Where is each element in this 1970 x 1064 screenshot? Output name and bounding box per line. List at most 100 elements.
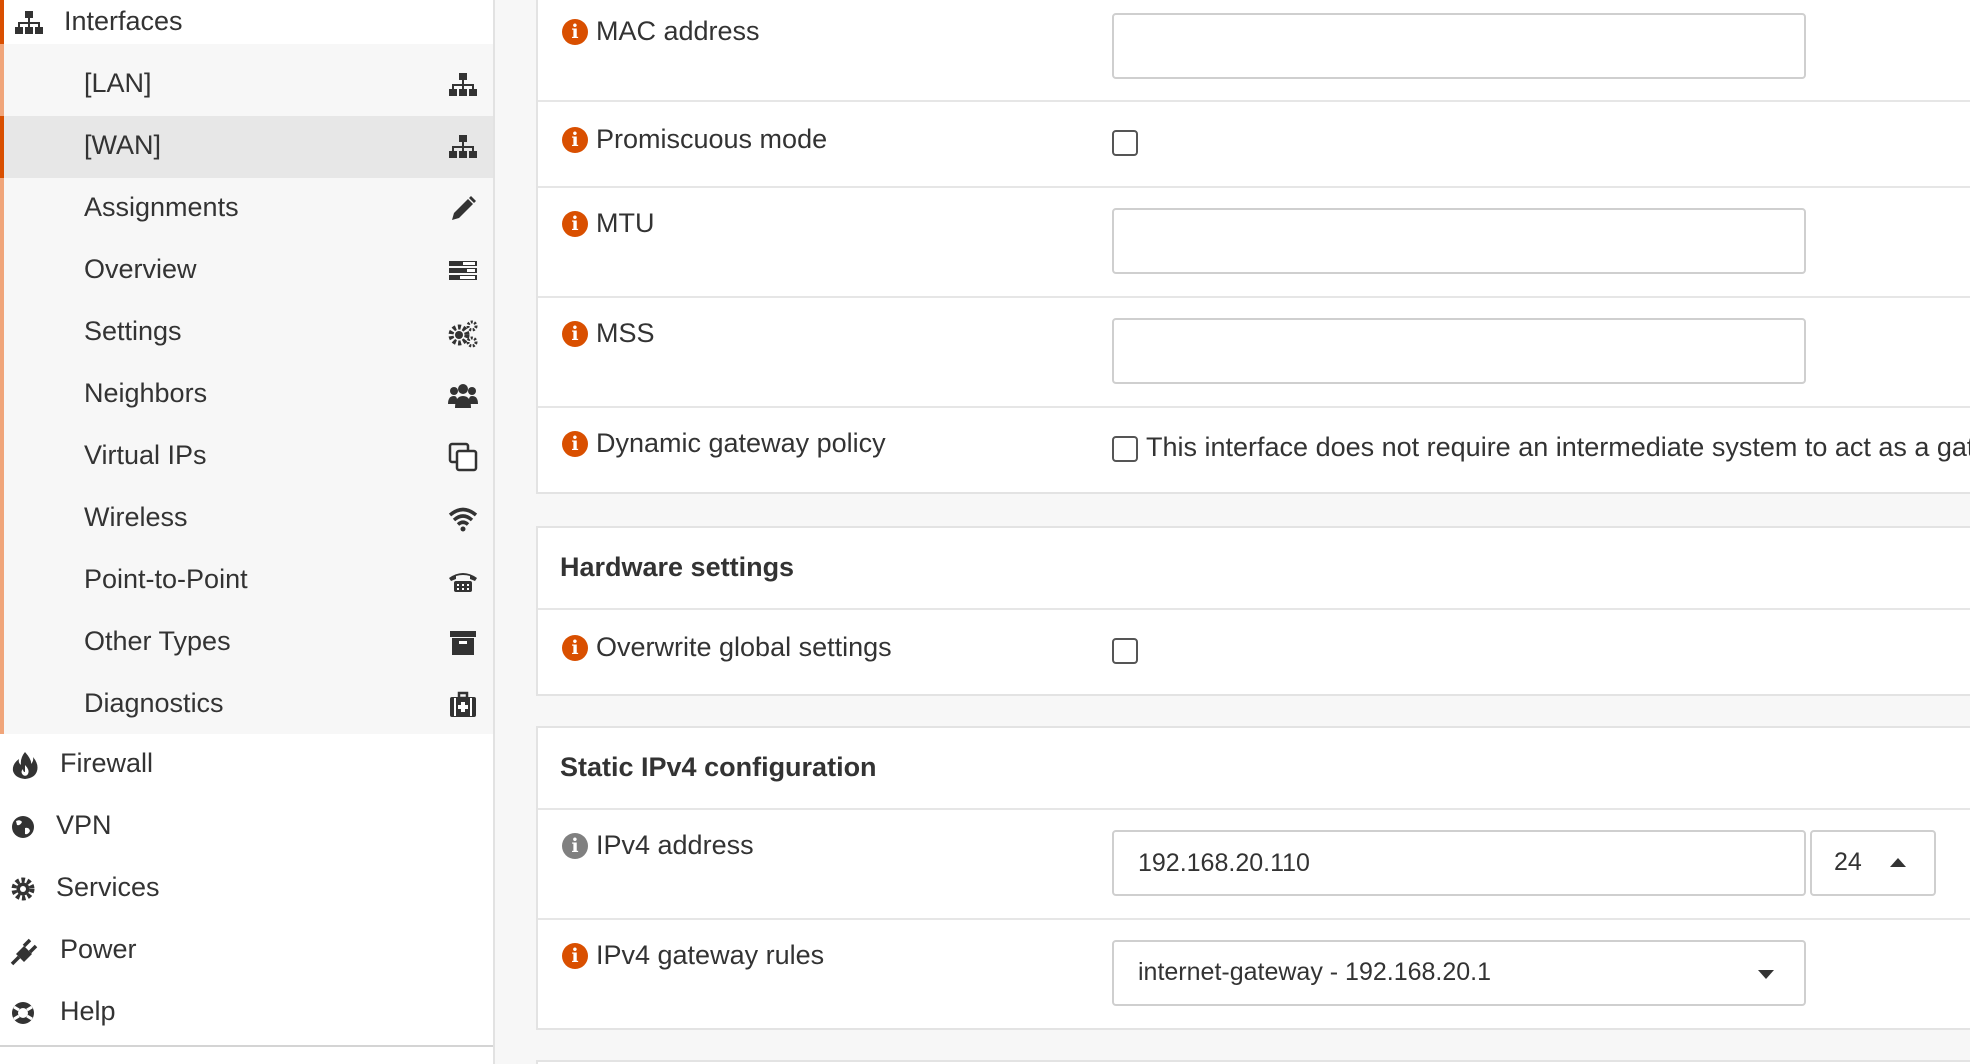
row-dynamic-gateway-policy: i Dynamic gateway policy This interface d… (538, 408, 1970, 494)
sidebar-item-label: VPN (56, 810, 112, 840)
sidebar-item-label: Firewall (60, 748, 154, 778)
sidebar-item-interfaces[interactable]: Interfaces (0, 0, 493, 44)
ipv4-config-panel: Static IPv4 configuration i IPv4 address … (536, 726, 1970, 1030)
dynamic-gateway-policy-label: i Dynamic gateway policy (562, 428, 886, 459)
row-ipv4-address: iIPv4 address 24 (538, 810, 1970, 920)
submenu-item-other-types[interactable]: Other Types (4, 612, 493, 674)
submenu-item-wan[interactable]: [WAN] (0, 116, 493, 178)
ipv4-address-input[interactable] (1112, 830, 1806, 896)
info-icon[interactable]: i (562, 634, 588, 661)
submenu-item-label: [WAN] (84, 130, 161, 160)
mac-address-label: i MAC address (562, 16, 760, 47)
mac-address-input[interactable] (1112, 13, 1806, 79)
mss-label: i MSS (562, 318, 655, 349)
mss-input[interactable] (1112, 318, 1806, 384)
dynamic-gateway-checkbox[interactable] (1112, 436, 1138, 462)
sidebar-item-services[interactable]: Services (0, 858, 493, 920)
ipv4-gateway-select[interactable]: internet-gateway - 192.168.20.1 (1112, 940, 1806, 1006)
sidebar-item-vpn[interactable]: VPN (0, 796, 493, 858)
info-icon[interactable]: i (562, 832, 588, 859)
mtu-label: i MTU (562, 208, 654, 239)
info-icon[interactable]: i (562, 126, 588, 153)
caret-up-icon (1890, 858, 1906, 867)
sitemap-icon (15, 11, 43, 34)
submenu-item-label: Virtual IPs (84, 440, 207, 470)
pencil-icon (452, 196, 476, 220)
sidebar-item-label: Power (60, 934, 137, 964)
sidebar-divider (0, 1045, 493, 1047)
overwrite-global-label: i Overwrite global settings (562, 632, 892, 663)
next-panel-edge (536, 1060, 1970, 1064)
dynamic-gateway-text: This interface does not require an inter… (1146, 432, 1970, 462)
submenu-item-label: Wireless (84, 502, 188, 532)
submenu-item-label: Diagnostics (84, 688, 224, 718)
info-icon[interactable]: i (562, 942, 588, 969)
submenu-item-point-to-point[interactable]: Point-to-Point (4, 550, 493, 612)
mtu-input[interactable] (1112, 208, 1806, 274)
info-icon[interactable]: i (562, 18, 588, 45)
submenu-item-lan[interactable]: [LAN] (4, 54, 493, 116)
info-icon[interactable]: i (562, 210, 588, 237)
section-title: Static IPv4 configuration (560, 752, 877, 782)
sidebar-item-label: Services (56, 872, 160, 902)
info-icon[interactable]: i (562, 430, 588, 457)
subnet-value: 24 (1834, 848, 1862, 876)
cogs-icon (448, 320, 478, 348)
row-mac-address: i MAC address (538, 0, 1970, 102)
app-root: Interfaces [LAN] [WAN] Assignments Overv… (0, 0, 1970, 1064)
submenu-item-label: Assignments (84, 192, 239, 222)
ipv4-config-header: Static IPv4 configuration (538, 728, 1970, 810)
submenu-item-label: Neighbors (84, 378, 208, 408)
promiscuous-mode-label: i Promiscuous mode (562, 124, 827, 155)
submenu-item-label: Other Types (84, 626, 231, 656)
section-title: Hardware settings (560, 552, 795, 582)
promiscuous-mode-checkbox[interactable] (1112, 130, 1138, 156)
sitemap-icon (449, 73, 477, 96)
submenu-item-overview[interactable]: Overview (4, 240, 493, 302)
row-ipv4-gateway: i IPv4 gateway rules internet-gateway - 1… (538, 920, 1970, 1030)
submenu-item-label: [LAN] (84, 68, 152, 98)
row-overwrite-global: i Overwrite global settings (538, 610, 1970, 696)
tasks-icon (449, 261, 477, 280)
plug-icon (10, 938, 38, 966)
row-mss: i MSS (538, 298, 1970, 408)
submenu-item-label: Overview (84, 254, 197, 284)
cog-icon (11, 877, 35, 901)
sidebar-item-help[interactable]: Help (0, 982, 493, 1044)
sidebar-item-label: Help (60, 996, 116, 1026)
row-promiscuous-mode: i Promiscuous mode (538, 102, 1970, 188)
fire-icon (12, 752, 38, 779)
clone-icon (448, 442, 478, 472)
medkit-icon (450, 691, 476, 717)
overwrite-global-checkbox[interactable] (1112, 638, 1138, 664)
sitemap-icon (449, 135, 477, 158)
sidebar-item-power[interactable]: Power (0, 920, 493, 982)
ipv4-address-label: i IPv4 address (562, 830, 754, 861)
ipv4-gateway-label: i IPv4 gateway rules (562, 940, 824, 971)
lifebuoy-icon (12, 1002, 34, 1024)
sidebar-item-label: Interfaces (64, 6, 183, 36)
submenu-item-label: Settings (84, 316, 182, 346)
submenu-item-wireless[interactable]: Wireless (4, 488, 493, 550)
chevron-down-icon (1758, 970, 1774, 979)
globe-icon (12, 816, 34, 838)
general-settings-panel: i MAC address i Promiscuous mode i MTU i MSS… (536, 0, 1970, 494)
submenu-item-diagnostics[interactable]: Diagnostics (4, 674, 493, 736)
ipv4-subnet-select[interactable]: 24 (1810, 830, 1936, 896)
hardware-settings-panel: Hardware settings i Overwrite global sett… (536, 526, 1970, 696)
submenu-item-settings[interactable]: Settings (4, 302, 493, 364)
interfaces-submenu: [LAN] [WAN] Assignments Overview Setting… (0, 44, 493, 734)
submenu-item-virtual-ips[interactable]: Virtual IPs (4, 426, 493, 488)
phone-icon (449, 573, 477, 592)
wifi-icon (448, 507, 478, 532)
sidebar: Interfaces [LAN] [WAN] Assignments Overv… (0, 0, 495, 1064)
gateway-value: internet-gateway - 192.168.20.1 (1138, 958, 1492, 986)
info-icon[interactable]: i (562, 320, 588, 347)
hardware-settings-header: Hardware settings (538, 528, 1970, 610)
sidebar-item-firewall[interactable]: Firewall (0, 734, 493, 796)
archive-icon (450, 631, 476, 655)
users-icon (448, 384, 478, 408)
submenu-item-label: Point-to-Point (84, 564, 248, 594)
submenu-item-assignments[interactable]: Assignments (4, 178, 493, 240)
submenu-item-neighbors[interactable]: Neighbors (4, 364, 493, 426)
